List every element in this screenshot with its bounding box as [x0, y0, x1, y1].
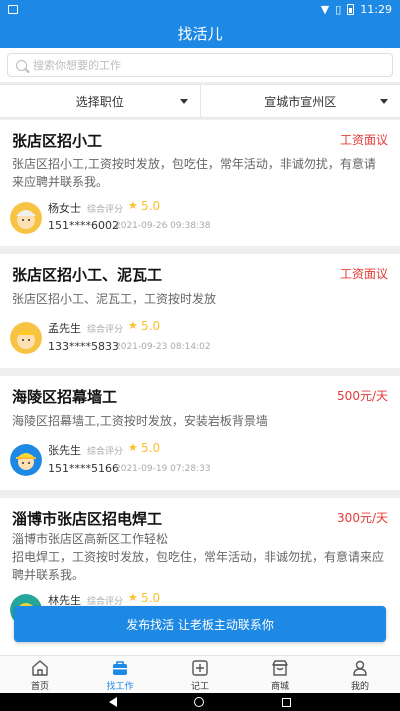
- search-input[interactable]: 搜索你想要的工作: [7, 53, 393, 77]
- chevron-down-icon: [380, 99, 388, 104]
- post-time: 2021-09-26 09:38:38: [115, 221, 211, 231]
- tab-label: 找工作: [106, 682, 134, 692]
- tab-label: 我的: [350, 682, 369, 692]
- job-title: 淄博市张店区招电焊工: [12, 510, 163, 528]
- tab-mine[interactable]: 我的: [320, 656, 400, 693]
- home-icon: [32, 660, 48, 676]
- star-icon: ★: [128, 591, 138, 604]
- poster-phone: 133****5833: [48, 340, 119, 353]
- job-description: 海陵区招幕墙工,工资按时发放，安装岩板背景墙: [12, 414, 268, 428]
- position-filter-label: 选择职位: [75, 94, 124, 109]
- post-time: 2021-09-19 07:28:33: [115, 464, 211, 474]
- job-description: 张店区招小工、泥瓦工，工资按时发放: [12, 292, 217, 306]
- poster-name: 孟先生: [48, 322, 81, 335]
- score-value: 5.0: [141, 199, 161, 213]
- no-sim-icon: ▯: [335, 2, 342, 16]
- score-value: 5.0: [141, 319, 161, 333]
- plus-square-icon: [192, 660, 208, 676]
- search-placeholder: 搜索你想要的工作: [33, 59, 121, 72]
- star-icon: ★: [128, 441, 138, 454]
- poster-name: 杨女士: [48, 202, 81, 215]
- status-time: 11:29: [360, 2, 392, 16]
- star-icon: ★: [128, 319, 138, 332]
- job-pay: 工资面议: [339, 267, 388, 281]
- tab-label: 记工: [190, 682, 209, 692]
- location-filter-label: 宣城市宣州区: [264, 94, 337, 109]
- location-filter-dropdown[interactable]: 宣城市宣州区: [199, 85, 400, 117]
- poster-phone: 151****6002: [48, 219, 119, 232]
- score-value: 5.0: [141, 441, 161, 455]
- battery-icon: [347, 3, 355, 15]
- tab-home[interactable]: 首页: [0, 656, 80, 693]
- tab-label: 首页: [30, 682, 49, 692]
- avatar: [10, 322, 42, 354]
- job-card[interactable]: 海陵区招幕墙工 500元/天 海陵区招幕墙工,工资按时发放，安装岩板背景墙 张先…: [0, 376, 400, 490]
- score-value: 5.0: [141, 591, 161, 605]
- score-label: 综合评分: [87, 447, 124, 457]
- app-header: 找活儿: [0, 18, 400, 48]
- score-label: 综合评分: [87, 325, 124, 335]
- position-filter-dropdown[interactable]: 选择职位: [0, 85, 200, 117]
- score-label: 综合评分: [87, 205, 124, 215]
- avatar: [10, 202, 42, 234]
- page-title: 找活儿: [177, 24, 223, 43]
- home-circle-icon[interactable]: [194, 697, 205, 707]
- job-description: 淄博市张店区高新区工作轻松 招电焊工，工资按时发放，包吃住，常年活动，非诚勿扰，…: [12, 532, 385, 582]
- job-pay: 300元/天: [337, 511, 388, 525]
- publish-button-label: 发布找活 让老板主动联系你: [126, 617, 274, 632]
- job-card[interactable]: 张店区招小工 工资面议 张店区招小工,工资按时发放，包吃住，常年活动，非诚勿扰，…: [0, 120, 400, 246]
- bottom-tab-bar: 首页 找工作 记工 商城 我的: [0, 655, 400, 693]
- image-icon: [8, 4, 18, 14]
- publish-job-seeking-button[interactable]: 发布找活 让老板主动联系你: [14, 606, 386, 642]
- briefcase-icon: [113, 661, 127, 675]
- recent-apps-icon[interactable]: [282, 697, 292, 707]
- filter-bar: 选择职位 宣城市宣州区: [0, 84, 400, 118]
- avatar: [10, 444, 42, 476]
- poster-phone: 151****5166: [48, 462, 119, 475]
- poster-name: 张先生: [48, 444, 81, 457]
- tab-find-work[interactable]: 找工作: [80, 656, 160, 693]
- post-time: 2021-09-23 08:14:02: [115, 342, 211, 352]
- job-title: 海陵区招幕墙工: [12, 388, 118, 406]
- wifi-icon: ▼: [320, 2, 330, 16]
- star-icon: ★: [128, 199, 138, 212]
- shop-icon: [272, 660, 288, 676]
- status-bar: ▼ ▯ 11:29: [0, 0, 400, 18]
- tab-label: 商城: [270, 682, 289, 692]
- search-icon: [16, 59, 27, 71]
- system-nav-bar: [0, 693, 400, 711]
- job-title: 张店区招小工、泥瓦工: [12, 266, 163, 284]
- tab-record-work[interactable]: 记工: [160, 656, 240, 693]
- job-description: 张店区招小工,工资按时发放，包吃住，常年活动，非诚勿扰，有意请来应聘并联系我。: [12, 157, 376, 189]
- back-icon[interactable]: [108, 697, 117, 707]
- person-icon: [353, 660, 367, 676]
- search-bar: 搜索你想要的工作: [0, 48, 400, 82]
- job-pay: 工资面议: [339, 133, 388, 147]
- chevron-down-icon: [179, 99, 188, 104]
- tab-shop[interactable]: 商城: [240, 656, 320, 693]
- job-title: 张店区招小工: [12, 132, 103, 150]
- job-card[interactable]: 张店区招小工、泥瓦工 工资面议 张店区招小工、泥瓦工，工资按时发放 孟先生 综合…: [0, 254, 400, 368]
- job-pay: 500元/天: [337, 389, 388, 403]
